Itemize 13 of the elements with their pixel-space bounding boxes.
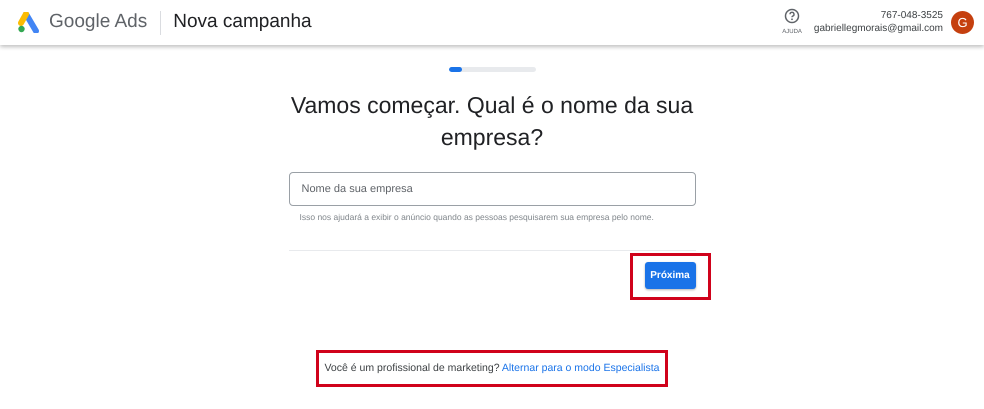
page-title: Nova campanha — [173, 10, 312, 34]
next-button[interactable]: Próxima — [644, 262, 696, 290]
account-email: gabriellegmorais@gmail.com — [814, 22, 943, 35]
field-hint: Isso nos ajudará a exibir o anúncio quando as pessoas pesquisarem sua empresa pelo nome. — [300, 211, 655, 224]
footer-text: Você é um profissional de marketing? Alternar para o modo Especialista — [324, 360, 660, 376]
question-heading: Vamos começar. Qual é o nome da sua empresa? — [290, 91, 694, 152]
account-id: 767-048-3525 — [880, 10, 943, 22]
help-icon — [784, 8, 800, 24]
avatar[interactable]: G — [951, 11, 974, 34]
name-input-field[interactable]: Nome da sua empresa — [288, 172, 696, 206]
logo-icon — [17, 12, 41, 33]
brand-name: Google Ads — [49, 10, 148, 34]
expert-mode-link[interactable]: Alternar para o modo Especialista — [502, 362, 660, 374]
